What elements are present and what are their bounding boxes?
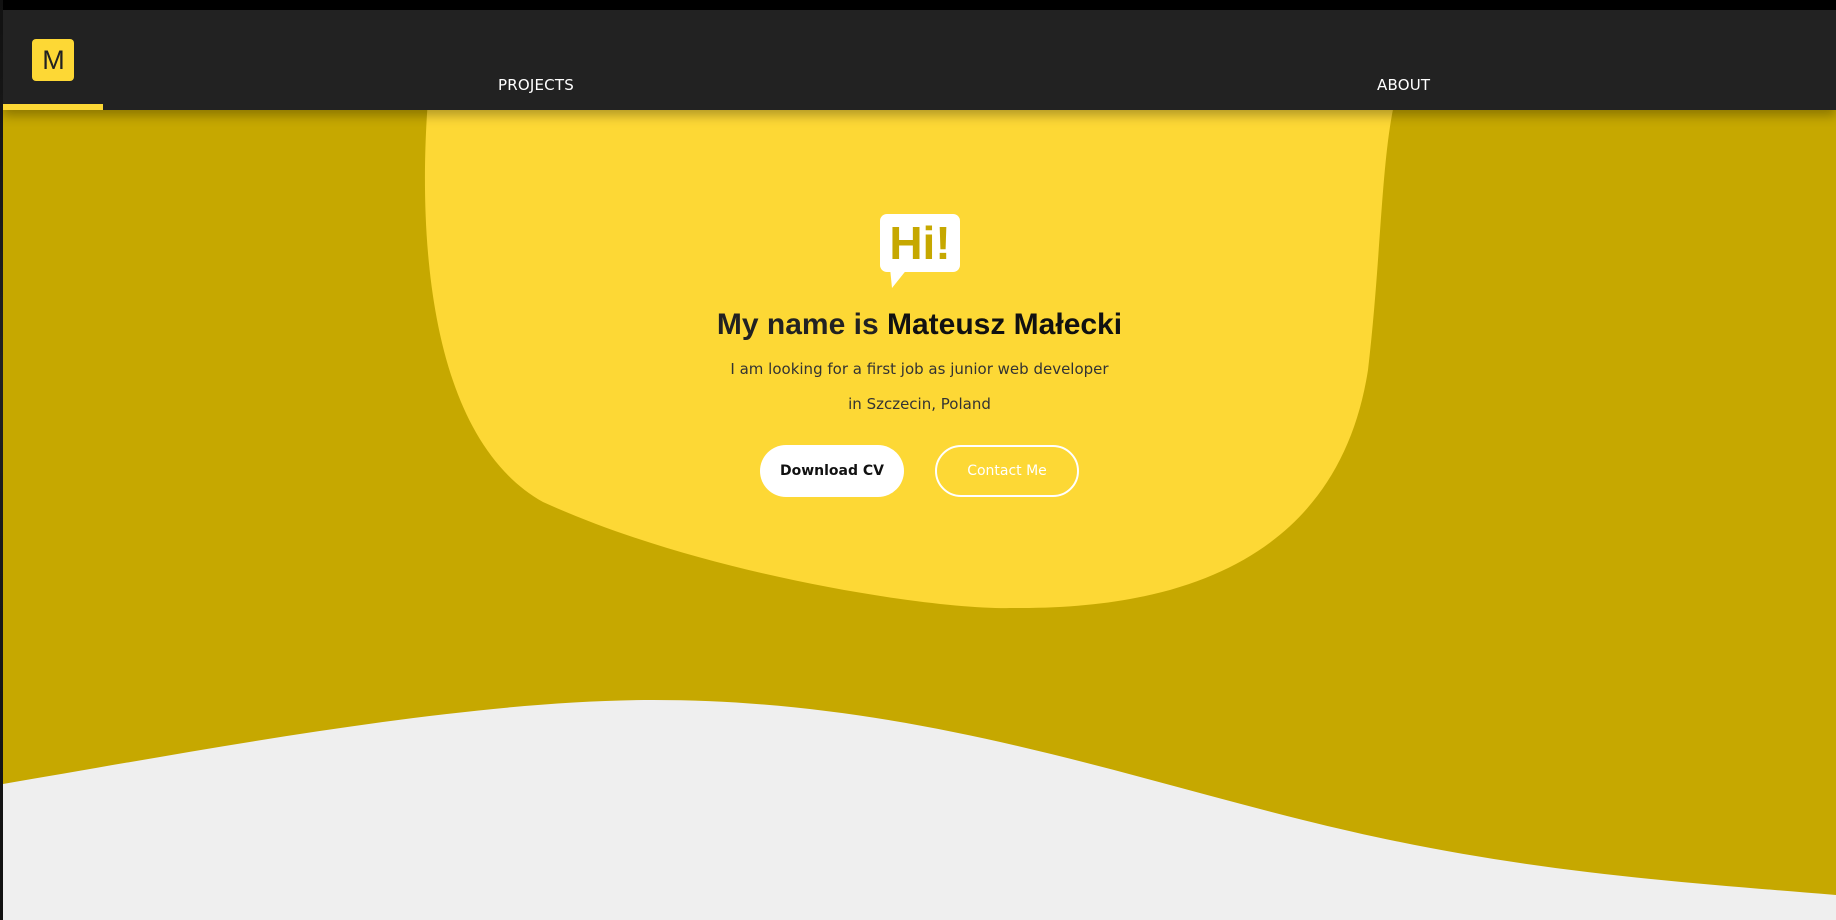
light-wave-shape [3, 700, 1836, 920]
page: M PROJECTS ABOUT Hi! My name is Mateusz … [3, 10, 1836, 920]
logo[interactable]: M [32, 39, 74, 81]
yellow-blob-shape [424, 100, 1395, 609]
subtitle-line-2: in Szczecin, Poland [848, 395, 991, 413]
contact-me-button[interactable]: Contact Me [935, 445, 1079, 497]
navbar: M PROJECTS ABOUT [3, 10, 1836, 110]
hi-icon-text: Hi! [889, 217, 950, 269]
title-prefix: My name is [716, 308, 879, 341]
title-name: Mateusz Małecki [886, 308, 1123, 341]
download-cv-button[interactable]: Download CV [760, 445, 904, 497]
nav-link-about[interactable]: ABOUT [1377, 76, 1430, 94]
nav-link-projects[interactable]: PROJECTS [498, 76, 574, 94]
logo-text: M [42, 44, 64, 75]
page-title: My name is Mateusz Małecki [3, 308, 1836, 342]
subtitle-line-1: I am looking for a first job as junior w… [730, 360, 1109, 378]
hi-speech-bubble-icon: Hi! [880, 214, 960, 288]
active-indicator [3, 104, 103, 110]
background-shapes [3, 100, 1836, 920]
